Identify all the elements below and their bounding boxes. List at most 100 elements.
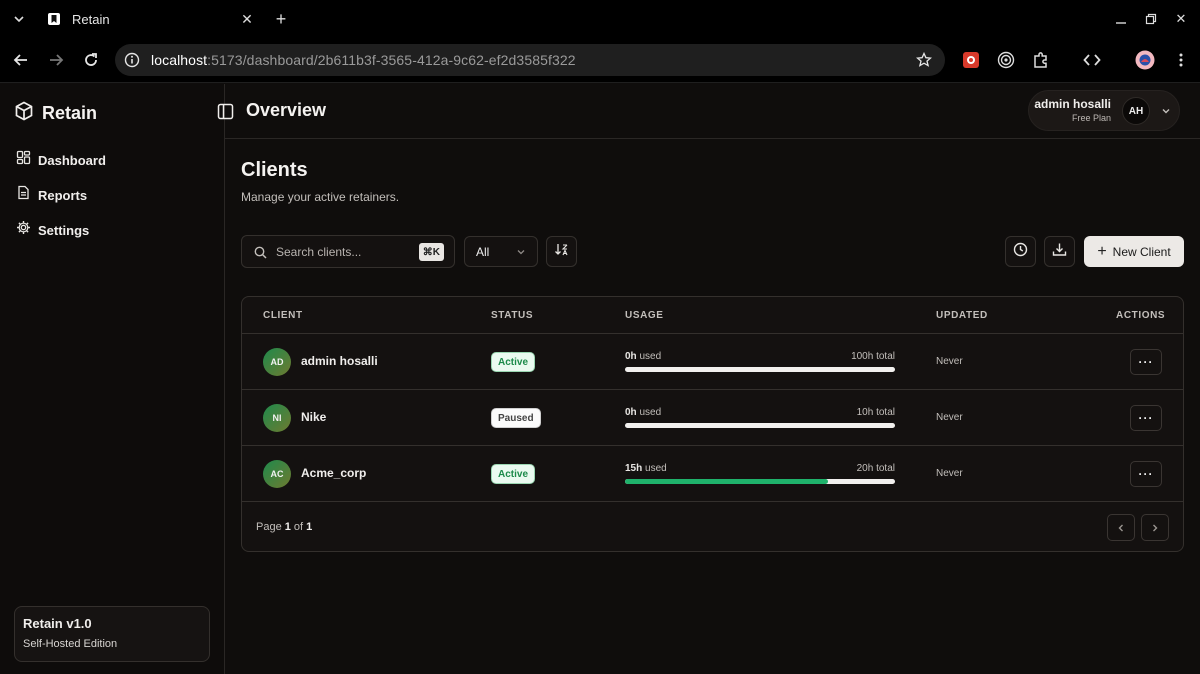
sidebar-item-label: Dashboard (38, 152, 106, 168)
sidebar-item-label: Settings (38, 222, 90, 238)
page-title: Overview (246, 100, 327, 120)
browser-tab[interactable]: Retain ✕ (36, 2, 264, 36)
profile-avatar-icon[interactable] (1134, 49, 1156, 71)
usage-total: 20h total (856, 463, 895, 474)
clock-icon (1013, 242, 1028, 262)
usage-total: 100h total (851, 351, 895, 362)
tab-title: Retain (72, 11, 110, 27)
search-box[interactable]: ⌘K (241, 235, 455, 268)
row-actions-button[interactable]: ··· (1130, 349, 1162, 375)
extension-target-icon[interactable] (995, 49, 1017, 71)
row-actions-button[interactable]: ··· (1130, 405, 1162, 431)
column-header-status: STATUS (491, 310, 534, 321)
address-bar[interactable]: localhost:5173/dashboard/2b611b3f-3565-4… (115, 44, 945, 76)
section-subtitle: Manage your active retainers. (241, 190, 400, 204)
devtools-code-icon[interactable] (1081, 49, 1103, 71)
retain-favicon-icon (46, 11, 62, 27)
user-menu[interactable]: admin hosalli Free Plan AH (1028, 90, 1180, 131)
chevron-down-icon (1159, 104, 1173, 118)
site-info-icon[interactable] (121, 49, 143, 71)
dashboard-icon (16, 150, 31, 170)
client-name: Acme_corp (301, 466, 367, 480)
sidebar-item-reports[interactable]: Reports (16, 185, 87, 205)
plus-icon: + (1097, 242, 1107, 260)
column-header-updated: UPDATED (936, 310, 988, 321)
version-title: Retain v1.0 (23, 616, 92, 631)
close-window-icon[interactable]: ✕ (1170, 8, 1192, 30)
chevron-left-icon (1118, 524, 1123, 531)
extension-red-icon[interactable] (960, 49, 982, 71)
table-row[interactable]: AD admin hosalli Active 0h used 100h tot… (242, 333, 1183, 389)
back-icon[interactable] (10, 49, 32, 71)
close-tab-icon[interactable]: ✕ (238, 10, 256, 28)
browser-menu-icon[interactable] (1170, 49, 1192, 71)
column-header-actions: ACTIONS (1116, 310, 1166, 321)
new-client-button[interactable]: + New Client (1084, 236, 1184, 267)
updated-value: Never (936, 412, 963, 423)
forward-icon[interactable] (45, 49, 67, 71)
url-text: localhost:5173/dashboard/2b611b3f-3565-4… (151, 52, 576, 68)
status-badge: Active (491, 464, 536, 484)
client-name: Nike (301, 410, 327, 424)
status-badge: Active (491, 352, 536, 372)
reload-icon[interactable] (80, 49, 102, 71)
new-tab-icon[interactable]: + (271, 9, 291, 29)
minimize-icon[interactable] (1110, 8, 1132, 30)
user-plan: Free Plan (1071, 113, 1111, 123)
sidebar: Retain Dashboard Reports Settings Retain… (0, 84, 225, 674)
extensions-puzzle-icon[interactable] (1030, 49, 1052, 71)
updated-value: Never (936, 468, 963, 479)
history-button[interactable] (1005, 236, 1036, 267)
updated-value: Never (936, 356, 963, 367)
brand-logo[interactable]: Retain (14, 101, 97, 126)
next-page-button[interactable] (1141, 514, 1169, 541)
status-filter-select[interactable]: All (464, 236, 538, 267)
sort-icon (554, 242, 569, 262)
search-input[interactable] (276, 242, 416, 262)
row-actions-button[interactable]: ··· (1130, 461, 1162, 487)
new-client-label: New Client (1112, 244, 1171, 259)
browser-toolbar: localhost:5173/dashboard/2b611b3f-3565-4… (0, 38, 1200, 83)
previous-page-button[interactable] (1107, 514, 1135, 541)
bookmark-star-icon[interactable] (915, 51, 933, 69)
usage-used: 0h used (625, 351, 662, 362)
sidebar-item-label: Reports (38, 187, 88, 203)
export-button[interactable] (1044, 236, 1075, 267)
brand-name: Retain (42, 103, 98, 123)
version-card: Retain v1.0 Self-Hosted Edition (14, 606, 210, 662)
table-row[interactable]: NI Nike Paused 0h used 10h total Never ·… (242, 389, 1183, 445)
sidebar-item-dashboard[interactable]: Dashboard (16, 150, 106, 170)
client-avatar: NI (263, 404, 291, 432)
clients-table: CLIENT STATUS USAGE UPDATED ACTIONS AD a… (241, 296, 1184, 552)
cube-icon (14, 101, 34, 126)
usage-progress-bar (625, 367, 895, 372)
user-name: admin hosalli (1034, 97, 1111, 111)
filter-value: All (476, 245, 490, 259)
table-footer (242, 501, 1183, 551)
download-icon (1052, 242, 1067, 262)
sidebar-item-settings[interactable]: Settings (16, 220, 89, 240)
usage-progress-bar (625, 479, 895, 484)
client-name: admin hosalli (301, 354, 378, 368)
sidebar-toggle-icon[interactable] (216, 102, 234, 120)
pagination-text: Page 1 of 1 (256, 521, 313, 533)
shortcut-badge: ⌘K (418, 243, 444, 261)
usage-progress-bar (625, 423, 895, 428)
usage-total: 10h total (856, 407, 895, 418)
edition-label: Self-Hosted Edition (23, 638, 118, 650)
chevron-down-icon (515, 246, 527, 258)
usage-used: 15h used (625, 463, 667, 474)
section-title: Clients (241, 159, 308, 181)
client-avatar: AC (263, 460, 291, 488)
sort-button[interactable] (546, 236, 577, 267)
status-badge: Paused (491, 408, 541, 428)
restore-icon[interactable] (1140, 8, 1162, 30)
search-icon (253, 245, 267, 259)
file-icon (16, 185, 31, 205)
chevron-right-icon (1153, 524, 1158, 531)
tab-search-icon[interactable] (10, 10, 28, 28)
column-header-client: CLIENT (263, 310, 303, 321)
column-header-usage: USAGE (625, 310, 664, 321)
usage-used: 0h used (625, 407, 662, 418)
table-row[interactable]: AC Acme_corp Active 15h used 20h total N… (242, 445, 1183, 501)
